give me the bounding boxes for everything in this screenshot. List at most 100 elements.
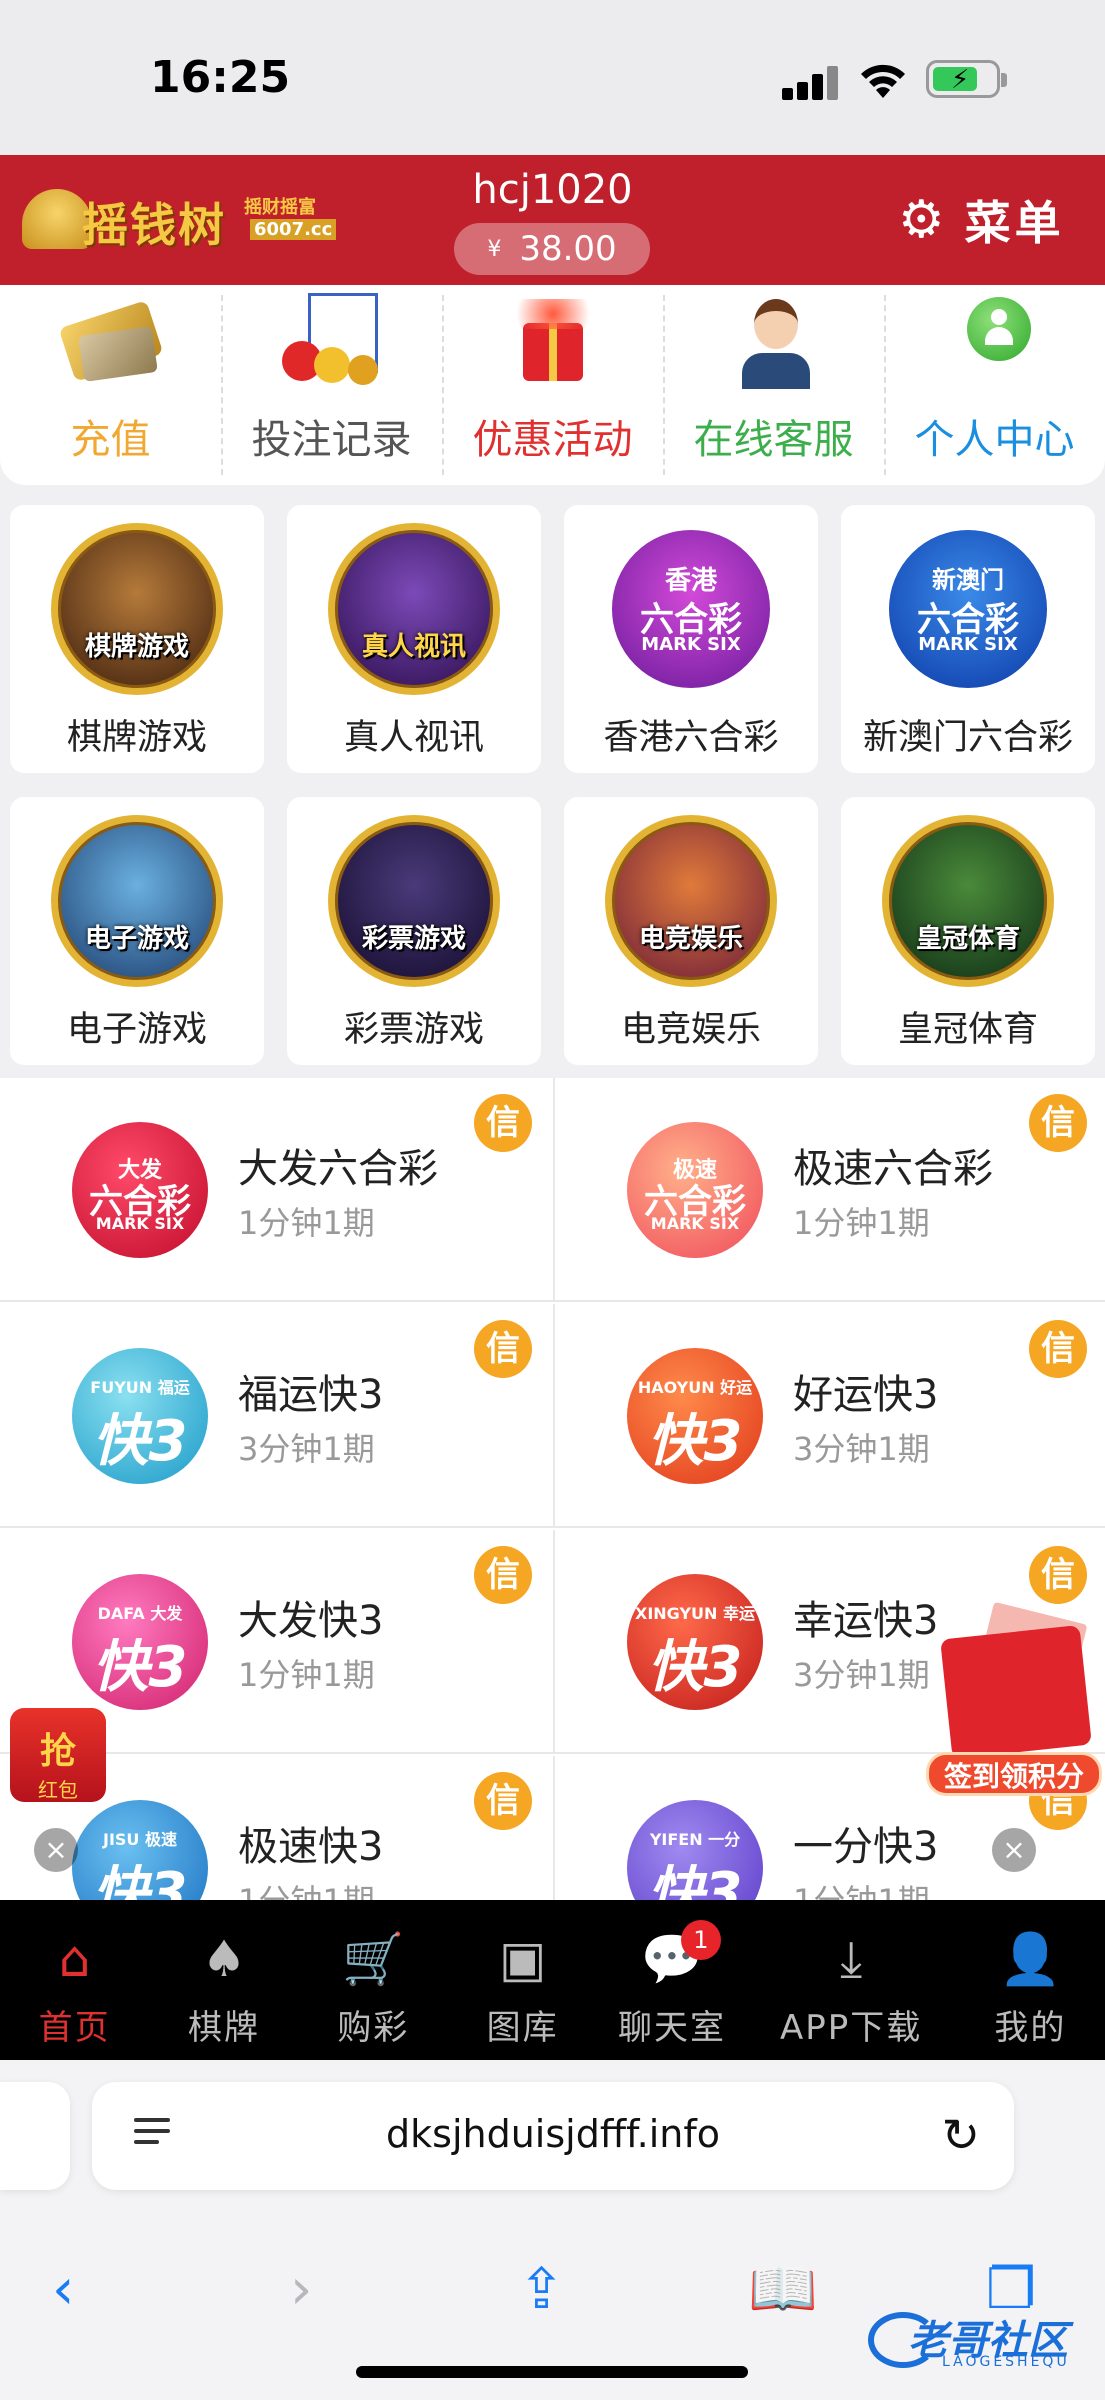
game-card-chess[interactable]: 棋牌游戏 棋牌游戏 [10, 505, 264, 773]
user-profile-icon [935, 293, 1055, 393]
marksix-hk-icon: 香港 六合彩 MARK SIX [605, 523, 777, 695]
quick-nav-bet-records[interactable]: 投注记录 [221, 285, 442, 485]
game-card-macau-marksix[interactable]: 新澳门 六合彩 MARK SIX 新澳门六合彩 [841, 505, 1095, 773]
bookmarks-icon[interactable]: 📖 [748, 2250, 818, 2330]
cart-icon: 🛒 [342, 1930, 405, 1988]
lottery-name: 极速六合彩 [793, 1146, 993, 1192]
quick-nav-recharge[interactable]: 充值 [0, 285, 221, 485]
game-card-hk-marksix[interactable]: 香港 六合彩 MARK SIX 香港六合彩 [564, 505, 818, 773]
status-time: 16:25 [150, 52, 291, 103]
marksix-macau-icon: 新澳门 六合彩 MARK SIX [882, 523, 1054, 695]
credit-badge: 信 [1029, 1094, 1087, 1152]
game-card-lottery[interactable]: 彩票游戏 彩票游戏 [287, 797, 541, 1065]
username: hcj1020 [472, 167, 633, 213]
tab-app-download[interactable]: ⤓ APP下载 [747, 1900, 956, 2060]
game-card-esports[interactable]: 电竞娱乐 电竞娱乐 [564, 797, 818, 1065]
quick-nav: 充值 投注记录 优惠活动 在线客服 个人中心 [0, 285, 1105, 485]
tab-chat-room[interactable]: 💬 1 聊天室 [597, 1900, 746, 2060]
battery-charging-icon: ⚡ [926, 60, 1007, 98]
tab-home[interactable]: ⌂ 首页 [0, 1900, 149, 2060]
credit-badge: 信 [474, 1772, 532, 1830]
k3-dice-icon: HAOYUN 好运 快3 [627, 1348, 763, 1484]
quick-nav-profile[interactable]: 个人中心 [884, 285, 1105, 485]
red-packet-button[interactable]: 抢 红包 [10, 1708, 106, 1802]
logo-text: 摇钱树 [82, 198, 226, 252]
cards-icon: ♠ [201, 1930, 247, 1988]
watermark-logo: 老哥社区 LAOGESHEQU [868, 2306, 1098, 2376]
back-icon[interactable]: ‹ [52, 2250, 74, 2330]
chat-notification-badge: 1 [680, 1920, 721, 1960]
game-label: 新澳门六合彩 [862, 718, 1073, 758]
credit-badge: 信 [474, 1320, 532, 1378]
game-card-sports[interactable]: 皇冠体育 皇冠体育 [841, 797, 1095, 1065]
marksix-icon: 大发 六合彩 MARK SIX [72, 1122, 208, 1258]
quick-nav-promotions[interactable]: 优惠活动 [442, 285, 663, 485]
lottery-name: 大发六合彩 [238, 1146, 438, 1192]
close-red-packet-button[interactable]: × [34, 1828, 78, 1872]
game-label: 电竞娱乐 [620, 1010, 761, 1050]
watermark-sub: LAOGESHEQU [942, 2354, 1070, 2370]
quick-nav-label: 投注记录 [251, 417, 412, 463]
lottery-item-jisu-marksix[interactable]: 极速 六合彩 MARK SIX 极速六合彩 1分钟1期 信 [553, 1078, 1103, 1302]
close-sign-in-button[interactable]: × [992, 1828, 1036, 1872]
sign-in-points-button[interactable]: 签到领积分 [926, 1601, 1102, 1802]
live-dealer-icon: 真人视讯 [328, 523, 500, 695]
lottery-item-fuyun-k3[interactable]: FUYUN 福运 快3 福运快3 3分钟1期 信 [0, 1304, 550, 1528]
k3-dice-icon: FUYUN 福运 快3 [72, 1348, 208, 1484]
address-bar[interactable]: dksjhduisjdfff.info ↻ [92, 2082, 1014, 2190]
k3-dice-icon: JISU 极速 快3 [72, 1800, 208, 1900]
lottery-period: 3分钟1期 [793, 1656, 930, 1694]
lottery-period: 1分钟1期 [238, 1876, 375, 1900]
game-badge: 真人视讯 [361, 632, 466, 662]
marksix-icon: 极速 六合彩 MARK SIX [627, 1122, 763, 1258]
lottery-name: 幸运快3 [793, 1598, 939, 1644]
menu-label: 菜单 [964, 196, 1065, 250]
game-badge: 新澳门 [932, 566, 1004, 594]
home-icon: ⌂ [58, 1930, 91, 1988]
tab-label: 聊天室 [617, 2008, 726, 2048]
game-card-electronic[interactable]: 电子游戏 电子游戏 [10, 797, 264, 1065]
quick-nav-label: 充值 [70, 417, 151, 463]
quick-nav-label: 优惠活动 [472, 417, 633, 463]
game-label: 电子游戏 [66, 1010, 207, 1050]
lottery-period: 1分钟1期 [238, 1656, 375, 1694]
gallery-icon: ▣ [499, 1930, 547, 1988]
reload-icon[interactable]: ↻ [941, 2108, 980, 2162]
credit-badge: 信 [1029, 1546, 1087, 1604]
cellular-signal-icon [782, 66, 840, 100]
k3-dice-icon: YIFEN 一分 快3 [627, 1800, 763, 1900]
quick-nav-customer-service[interactable]: 在线客服 [663, 285, 884, 485]
lottery-item-haoyun-k3[interactable]: HAOYUN 好运 快3 好运快3 3分钟1期 信 [553, 1304, 1103, 1528]
lottery-name: 福运快3 [238, 1372, 384, 1418]
home-indicator[interactable] [356, 2366, 748, 2378]
k3-dice-icon: DAFA 大发 快3 [72, 1574, 208, 1710]
tab-label: 首页 [38, 2008, 111, 2048]
tab-buy-lottery[interactable]: 🛒 购彩 [299, 1900, 448, 2060]
lottery-item-dafa-marksix[interactable]: 大发 六合彩 MARK SIX 大发六合彩 1分钟1期 信 [0, 1078, 550, 1302]
game-card-live-video[interactable]: 真人视讯 真人视讯 [287, 505, 541, 773]
tab-cards[interactable]: ♠ 棋牌 [149, 1900, 298, 2060]
game-badge: 皇冠体育 [915, 924, 1020, 954]
game-label: 彩票游戏 [343, 1010, 484, 1050]
currency-symbol: ¥ [487, 237, 502, 262]
forward-icon[interactable]: › [290, 2250, 312, 2330]
game-badge: 彩票游戏 [361, 924, 466, 954]
balance-badge[interactable]: ¥38.00 [454, 223, 650, 275]
wifi-icon [861, 64, 905, 98]
menu-button[interactable]: ⚙ 菜单 [898, 185, 1065, 255]
tab-mine[interactable]: 👤 我的 [956, 1900, 1105, 2060]
marksix-sub: MARK SIX [918, 634, 1018, 655]
site-logo[interactable]: 摇钱树 摇财摇富 6007.cc [22, 185, 337, 255]
share-icon[interactable]: ⇪ [518, 2250, 565, 2330]
tab-gallery[interactable]: ▣ 图库 [448, 1900, 597, 2060]
tab-label: 购彩 [337, 2008, 410, 2048]
balance-amount: 38.00 [519, 229, 617, 269]
gift-box-icon [493, 293, 613, 393]
previous-tab-peek[interactable] [0, 2082, 70, 2190]
lottery-period: 3分钟1期 [238, 1430, 375, 1468]
game-label: 真人视讯 [343, 718, 484, 758]
bottom-tab-bar: ⌂ 首页 ♠ 棋牌 🛒 购彩 ▣ 图库 💬 1 聊天室 ⤓ APP下载 👤 我的 [0, 1900, 1105, 2060]
k3-dice-icon: XINGYUN 幸运 快3 [627, 1574, 763, 1710]
electronic-game-icon: 电子游戏 [51, 815, 223, 987]
lottery-name: 一分快3 [793, 1824, 939, 1870]
